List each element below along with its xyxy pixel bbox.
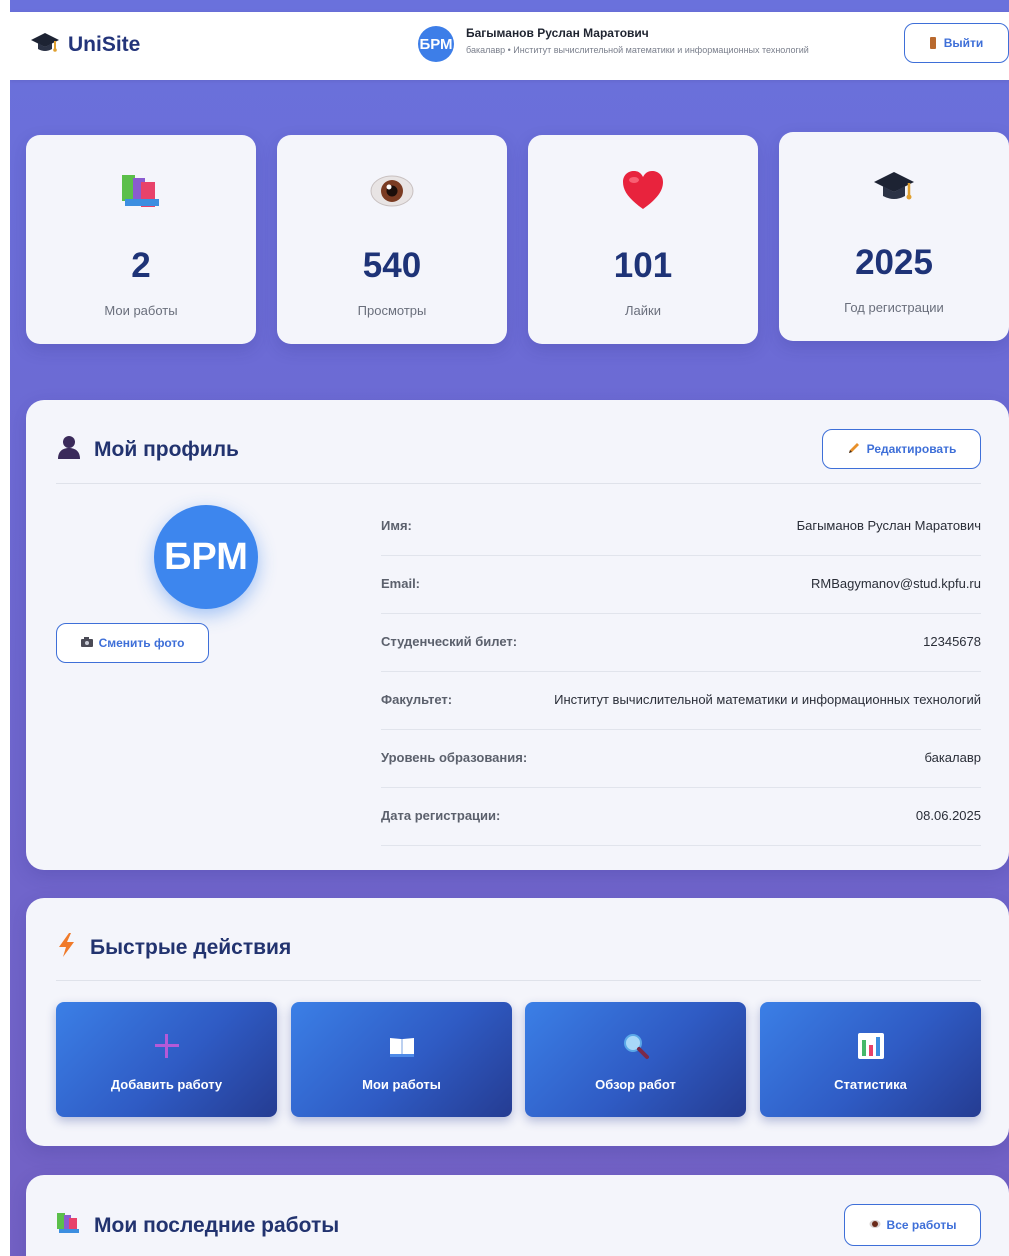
field-value: 08.06.2025 [915, 808, 981, 823]
user-info[interactable]: БРМ Багыманов Руслан Маратович бакалавр … [418, 24, 809, 62]
change-photo-button[interactable]: Сменить фото [56, 623, 209, 663]
pencil-icon [847, 441, 861, 458]
user-subtitle: бакалавр • Институт вычислительной матем… [466, 45, 809, 55]
field-value: бакалавр [924, 750, 981, 765]
eye-icon [869, 1218, 881, 1232]
field-value: Институт вычислительной математики и инф… [554, 692, 981, 707]
statistics-button[interactable]: Статистика [760, 1002, 981, 1117]
stat-card-likes: 101 Лайки [528, 135, 758, 344]
profile-field-registration-date: Дата регистрации: 08.06.2025 [381, 788, 981, 846]
page-background: UniSite БРМ Багыманов Руслан Маратович б… [10, 0, 1009, 1256]
graduation-cap-icon [779, 166, 1009, 210]
field-key: Студенческий билет: [381, 634, 518, 649]
book-icon [291, 1032, 512, 1060]
action-label: Мои работы [362, 1077, 441, 1092]
stat-value: 540 [362, 246, 422, 285]
stat-label: Год регистрации [844, 300, 944, 315]
camera-icon [80, 636, 93, 650]
top-navbar: UniSite БРМ Багыманов Руслан Маратович б… [10, 12, 1009, 80]
quick-actions-card: Быстрые действия Добавить работу Мои раб… [26, 898, 1009, 1146]
site-logo[interactable]: UniSite [30, 30, 140, 59]
logout-label: Выйти [943, 36, 984, 50]
recent-works-card: Мои последние работы Все работы [26, 1175, 1009, 1256]
section-title: Мои последние работы [94, 1213, 340, 1237]
bar-chart-icon [760, 1032, 981, 1060]
books-icon [56, 1211, 82, 1240]
stat-card-works: 2 Мои работы [26, 135, 256, 344]
stat-label: Просмотры [357, 303, 427, 318]
field-value: Багыманов Руслан Маратович [796, 518, 981, 533]
profile-heading: Мой профиль [56, 434, 239, 465]
graduation-cap-icon [30, 30, 60, 59]
divider [56, 483, 981, 484]
quick-actions-heading: Быстрые действия [56, 932, 291, 963]
logout-button[interactable]: Выйти [904, 23, 1009, 63]
field-key: Уровень образования: [381, 750, 528, 765]
stat-value: 2 [131, 246, 151, 285]
change-photo-label: Сменить фото [98, 636, 185, 650]
plus-icon [56, 1032, 277, 1060]
stat-label: Мои работы [104, 303, 178, 318]
all-works-label: Все работы [886, 1218, 957, 1232]
lightning-icon [56, 932, 78, 963]
user-name: Багыманов Руслан Маратович [466, 26, 649, 40]
my-works-button[interactable]: Мои работы [291, 1002, 512, 1117]
add-work-button[interactable]: Добавить работу [56, 1002, 277, 1117]
edit-label: Редактировать [866, 442, 957, 456]
field-key: Имя: [381, 518, 412, 533]
action-label: Добавить работу [110, 1077, 223, 1092]
door-icon [929, 37, 936, 49]
field-value: 12345678 [923, 634, 981, 649]
stat-card-views: 540 Просмотры [277, 135, 507, 344]
stat-value: 2025 [855, 243, 933, 282]
stat-value: 101 [613, 246, 673, 285]
eye-icon [277, 169, 507, 213]
profile-avatar: БРМ [154, 505, 258, 609]
profile-field-name: Имя: Багыманов Руслан Маратович [381, 498, 981, 556]
heart-icon [528, 169, 758, 213]
profile-field-email: Email: RMBagymanov@stud.kpfu.ru [381, 556, 981, 614]
recent-works-heading: Мои последние работы [56, 1211, 339, 1240]
user-silhouette-icon [56, 434, 82, 465]
all-works-button[interactable]: Все работы [844, 1204, 981, 1246]
action-label: Статистика [834, 1077, 907, 1092]
page-title: Мой профиль [94, 437, 239, 461]
stat-card-year: 2025 Год регистрации [779, 132, 1009, 341]
field-value: RMBagymanov@stud.kpfu.ru [811, 576, 981, 591]
avatar: БРМ [418, 26, 454, 62]
edit-profile-button[interactable]: Редактировать [822, 429, 981, 469]
browse-works-button[interactable]: Обзор работ [525, 1002, 746, 1117]
field-key: Факультет: [381, 692, 453, 707]
field-key: Дата регистрации: [381, 808, 501, 823]
logo-text: UniSite [68, 32, 141, 56]
action-label: Обзор работ [595, 1077, 676, 1092]
books-icon [26, 169, 256, 213]
profile-field-faculty: Факультет: Институт вычислительной матем… [381, 672, 981, 730]
stat-label: Лайки [625, 303, 661, 318]
magnifier-icon [525, 1032, 746, 1060]
profile-field-education-level: Уровень образования: бакалавр [381, 730, 981, 788]
field-key: Email: [381, 576, 421, 591]
divider [56, 980, 981, 981]
profile-card: Мой профиль Редактировать БРМ Сменить фо… [26, 400, 1009, 870]
section-title: Быстрые действия [90, 935, 292, 959]
profile-field-student-id: Студенческий билет: 12345678 [381, 614, 981, 672]
